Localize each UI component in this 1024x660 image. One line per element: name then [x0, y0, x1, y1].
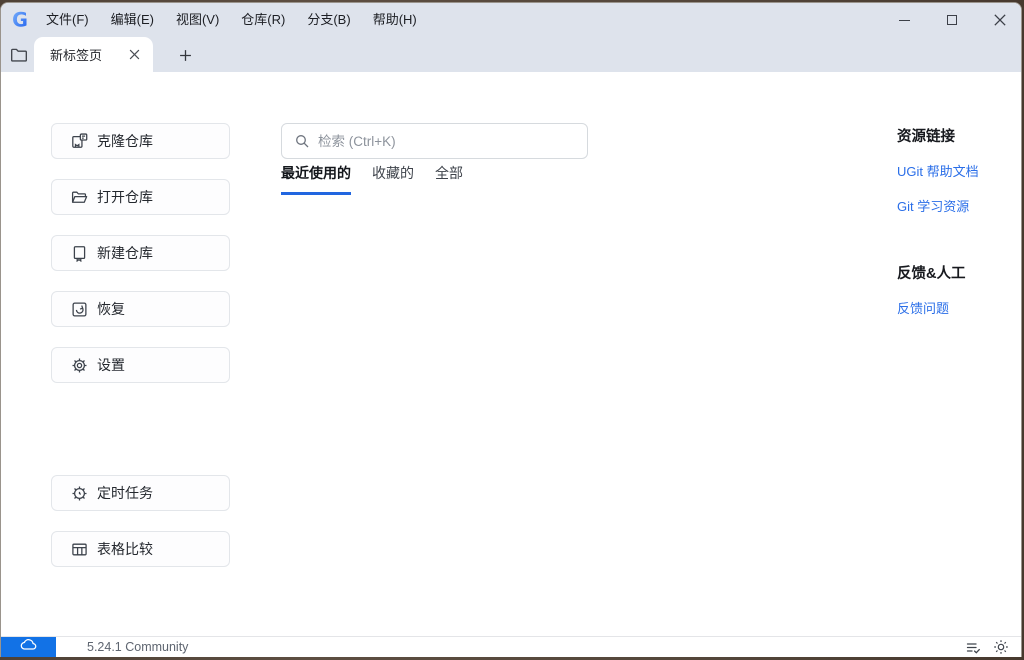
clone-repo-button[interactable]: 克隆仓库 — [51, 123, 230, 159]
gear-icon — [71, 357, 88, 374]
folder-open-icon — [71, 189, 88, 206]
window-controls — [871, 5, 1015, 35]
repo-new-icon — [71, 245, 88, 262]
menu-branch[interactable]: 分支(B) — [296, 3, 361, 37]
restore-button[interactable]: 恢复 — [51, 291, 230, 327]
resource-panel: 资源链接 UGit 帮助文档 Git 学习资源 反馈&人工 反馈问题 — [897, 117, 1009, 333]
restore-icon — [71, 301, 88, 318]
resource-links-heading: 资源链接 — [897, 129, 955, 145]
new-repo-label: 新建仓库 — [97, 245, 153, 261]
tab-strip: 新标签页 — [1, 37, 1021, 72]
settings-button[interactable]: 设置 — [51, 347, 230, 383]
folder-icon[interactable] — [10, 45, 30, 65]
maximize-icon[interactable] — [937, 5, 967, 35]
sidebar-tools: 定时任务 表格比较 — [51, 475, 230, 587]
open-repo-label: 打开仓库 — [97, 189, 153, 205]
link-git-learning[interactable]: Git 学习资源 — [897, 196, 1009, 215]
sidebar-primary-actions: 克隆仓库 打开仓库 新建仓库 恢复 设置 — [51, 123, 230, 403]
repo-clone-icon — [71, 132, 88, 150]
app-window: G 文件(F) 编辑(E) 视图(V) 仓库(R) 分支(B) 帮助(H) 新标… — [0, 2, 1022, 657]
feedback-heading: 反馈&人工 — [897, 266, 966, 282]
svg-text:G: G — [12, 8, 28, 31]
scheduled-tasks-button[interactable]: 定时任务 — [51, 475, 230, 511]
tab-recently-used[interactable]: 最近使用的 — [281, 163, 351, 195]
ugit-logo-icon: G — [9, 8, 31, 32]
cloud-sync-button[interactable] — [1, 637, 56, 657]
open-repo-button[interactable]: 打开仓库 — [51, 179, 230, 215]
menu-file[interactable]: 文件(F) — [35, 3, 100, 37]
menu-edit[interactable]: 编辑(E) — [100, 3, 165, 37]
tab-new-page[interactable]: 新标签页 — [34, 37, 153, 72]
table-compare-label: 表格比较 — [97, 541, 153, 557]
title-bar: G 文件(F) 编辑(E) 视图(V) 仓库(R) 分支(B) 帮助(H) — [1, 3, 1021, 37]
statusbar-actions — [956, 638, 1012, 656]
tab-favorites[interactable]: 收藏的 — [372, 163, 414, 195]
theme-sun-icon[interactable] — [990, 638, 1012, 656]
tab-all[interactable]: 全部 — [435, 163, 463, 195]
search-input[interactable] — [318, 133, 577, 149]
status-bar: 5.24.1 Community — [1, 636, 1021, 657]
cloud-icon — [20, 638, 38, 656]
menu-view[interactable]: 视图(V) — [165, 3, 230, 37]
menu-bar: 文件(F) 编辑(E) 视图(V) 仓库(R) 分支(B) 帮助(H) — [35, 3, 428, 37]
new-tab-plus-icon[interactable] — [173, 43, 197, 67]
new-repo-button[interactable]: 新建仓库 — [51, 235, 230, 271]
repo-search-box — [281, 123, 588, 159]
settings-label: 设置 — [97, 357, 125, 373]
task-list-check-icon[interactable] — [962, 638, 984, 656]
clone-repo-label: 克隆仓库 — [97, 133, 153, 149]
table-compare-button[interactable]: 表格比较 — [51, 531, 230, 567]
menu-help[interactable]: 帮助(H) — [362, 3, 428, 37]
tab-label: 新标签页 — [50, 48, 103, 63]
link-feedback-issue[interactable]: 反馈问题 — [897, 298, 1009, 317]
repo-filter-tabs: 最近使用的 收藏的 全部 — [281, 163, 484, 195]
version-label: 5.24.1 Community — [87, 640, 189, 654]
main-content: 克隆仓库 打开仓库 新建仓库 恢复 设置 定时任务 表格比较 检索 (Ctrl+… — [1, 72, 1021, 636]
scheduled-tasks-label: 定时任务 — [97, 485, 153, 501]
minimize-icon[interactable] — [889, 5, 919, 35]
table-compare-icon — [71, 541, 88, 558]
close-icon[interactable] — [985, 5, 1015, 35]
search-icon — [294, 133, 310, 149]
menu-repository[interactable]: 仓库(R) — [230, 3, 296, 37]
link-ugit-help-docs[interactable]: UGit 帮助文档 — [897, 161, 1009, 180]
tab-close-icon[interactable] — [126, 47, 142, 63]
scheduled-task-icon — [71, 485, 88, 502]
restore-label: 恢复 — [97, 301, 125, 317]
